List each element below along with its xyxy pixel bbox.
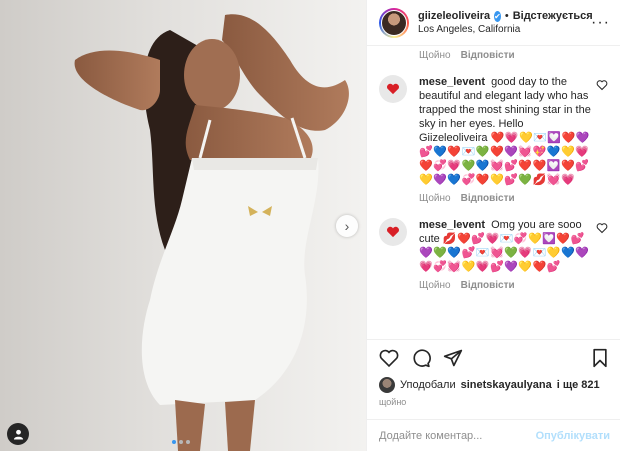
user-tag-button[interactable] — [7, 423, 29, 445]
photo-scene — [0, 0, 366, 451]
likes-summary: Уподобали sinetskayaulyana і ще 821 — [367, 375, 620, 395]
publish-button[interactable]: Опублікувати — [536, 430, 610, 442]
verified-icon: ✔ — [494, 10, 501, 22]
comment-item: mese_levent good day to the beautiful an… — [379, 75, 608, 187]
likes-prefix: Уподобали — [400, 379, 456, 391]
post-actions — [367, 339, 620, 375]
header-separator: • — [504, 10, 509, 22]
share-icon[interactable] — [443, 348, 463, 368]
comment-reply-button[interactable]: Відповісти — [461, 193, 515, 204]
heart-icon[interactable] — [596, 79, 608, 91]
comment-meta: Щойно Відповісти — [419, 193, 608, 204]
comment-input[interactable] — [379, 429, 536, 442]
post-header: giizeleoliveira ✔ • Відстежується Los An… — [367, 0, 620, 46]
comments-list: Щойно Відповісти mese_levent good day to… — [367, 46, 620, 339]
heart-icon[interactable] — [596, 222, 608, 234]
commenter-avatar[interactable] — [379, 75, 407, 103]
comment-reply-button[interactable]: Відповісти — [461, 280, 515, 291]
next-photo-button[interactable]: › — [336, 215, 358, 237]
caption-meta: Щойно Відповісти — [419, 50, 608, 61]
more-options-icon[interactable]: ··· — [591, 14, 610, 31]
post-dialog: › giizeleoliveira ✔ • Відстежується Los … — [0, 0, 620, 451]
liker-avatar[interactable] — [379, 377, 395, 393]
comment-emojis: 💋❤️💕💗💌💞💛💟❤️💕💜💚💙💕💌💓💚💗💌💛💙💜💗💞💓💛💗💕💜💛❤️💕 — [419, 233, 590, 273]
author-username[interactable]: giizeleoliveira — [418, 10, 490, 22]
post-photo[interactable]: › — [0, 0, 366, 451]
carousel-dot-active — [172, 440, 176, 444]
user-tag-icon — [13, 429, 23, 440]
bookmark-icon[interactable] — [590, 348, 610, 368]
carousel-dot — [179, 440, 183, 444]
comment-body: mese_levent good day to the beautiful an… — [419, 75, 595, 187]
author-avatar[interactable] — [379, 7, 409, 38]
heart-icon[interactable] — [379, 348, 399, 368]
commenter-avatar[interactable] — [379, 218, 407, 246]
post-location[interactable]: Los Angeles, California — [418, 24, 587, 35]
comment-time: Щойно — [419, 193, 451, 204]
follow-status-button[interactable]: Відстежується — [513, 10, 593, 22]
comment-username[interactable]: mese_levent — [419, 219, 485, 231]
carousel-indicator — [172, 440, 190, 444]
post-time: щойно — [379, 397, 407, 407]
post-panel: giizeleoliveira ✔ • Відстежується Los An… — [366, 0, 620, 451]
chevron-right-icon: › — [344, 218, 350, 234]
comment-body: mese_levent Omg you are sooo cute 💋❤️💕💗💌… — [419, 218, 595, 274]
comment-username[interactable]: mese_levent — [419, 76, 485, 88]
caption-time: Щойно — [419, 50, 451, 61]
comment-meta: Щойно Відповісти — [419, 280, 608, 291]
comment-item: mese_levent Omg you are sooo cute 💋❤️💕💗💌… — [379, 218, 608, 274]
comment-icon[interactable] — [411, 348, 431, 368]
comment-time: Щойно — [419, 280, 451, 291]
add-comment-bar: Опублікувати — [367, 419, 620, 451]
carousel-dot — [186, 440, 190, 444]
likes-count-link[interactable]: і ще 821 — [557, 379, 600, 391]
liker-username[interactable]: sinetskayaulyana — [461, 379, 552, 391]
caption-reply-button[interactable]: Відповісти — [461, 50, 515, 61]
